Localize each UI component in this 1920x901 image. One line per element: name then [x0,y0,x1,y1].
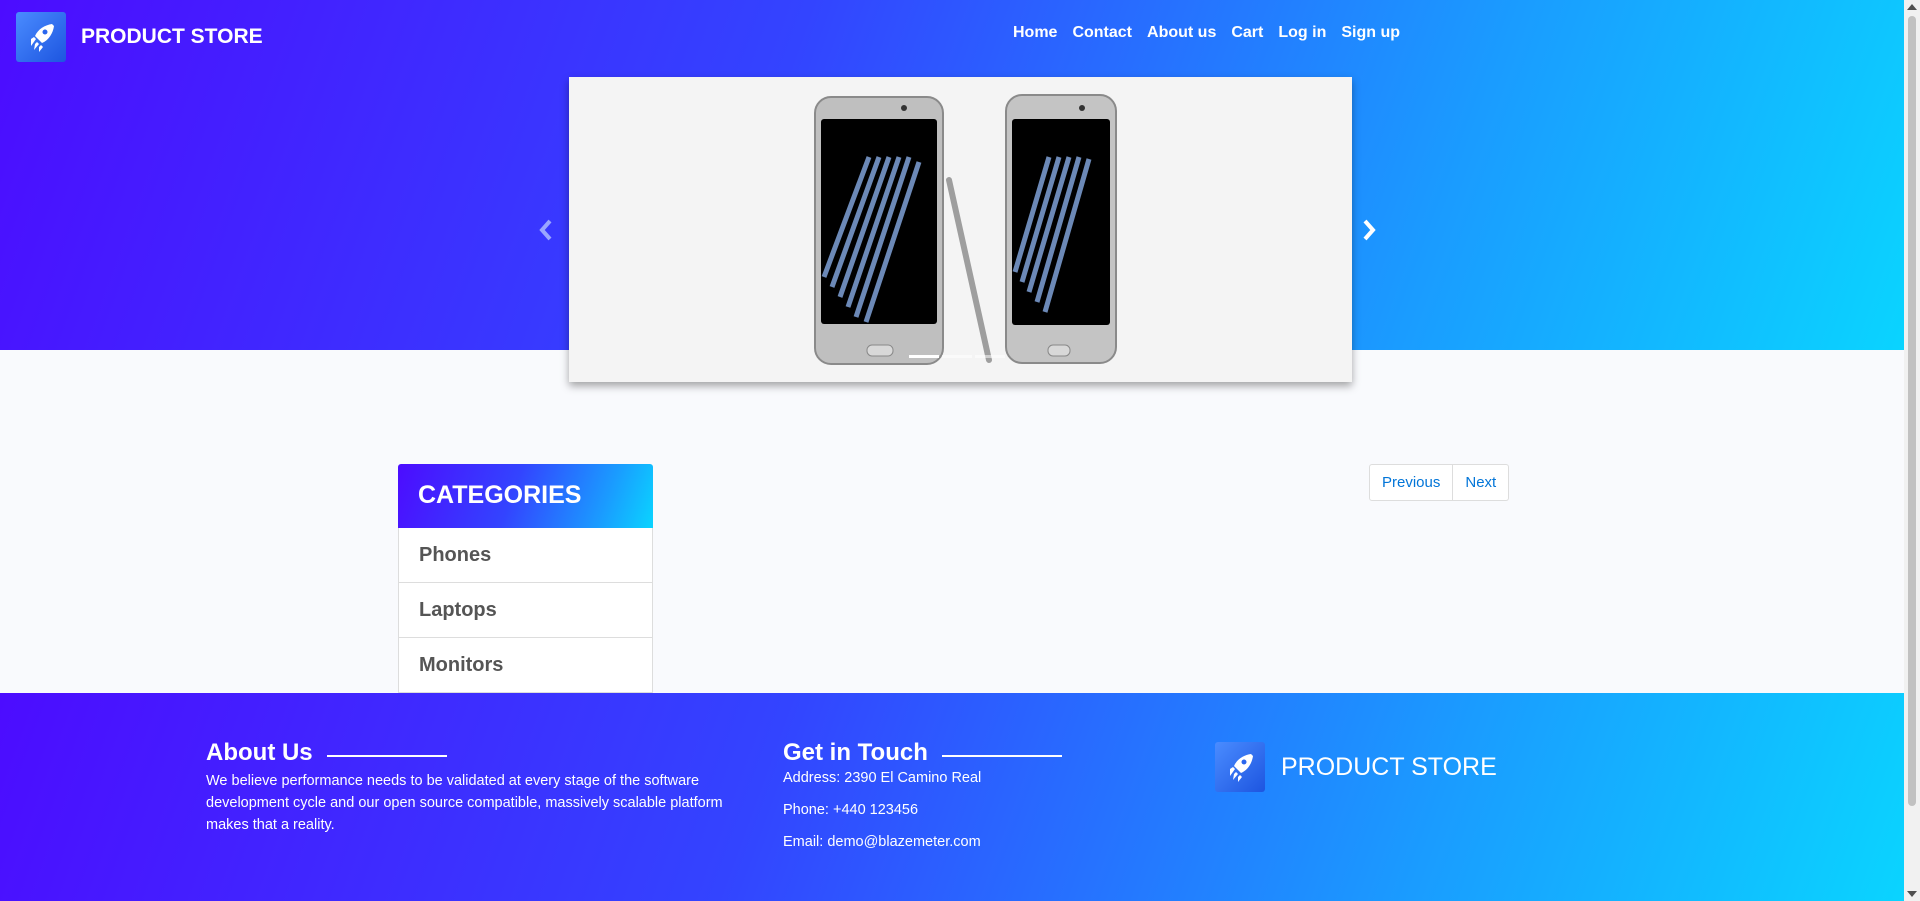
title-underline [941,755,1062,757]
categories-panel: CATEGORIES Phones Laptops Monitors [398,464,653,693]
carousel-image [569,77,1352,382]
carousel-prev-button[interactable] [534,215,558,245]
nav-log-in[interactable]: Log in [1278,24,1326,42]
brand[interactable]: PRODUCT STORE [16,12,263,62]
main-nav: Home Contact About us Cart Log in Sign u… [1013,24,1415,42]
scroll-up-icon[interactable] [1907,4,1917,10]
carousel-indicator[interactable] [975,355,1005,358]
category-laptops[interactable]: Laptops [398,583,653,638]
nav-about-us[interactable]: About us [1147,24,1216,42]
carousel-indicators [909,355,1005,358]
rocket-logo-icon [16,12,66,62]
footer-about-text: We believe performance needs to be valid… [206,773,723,833]
next-button[interactable]: Next [1453,464,1510,501]
nav-sign-up[interactable]: Sign up [1341,24,1400,42]
nav-contact[interactable]: Contact [1072,24,1132,42]
footer-about-title: About Us [206,739,313,766]
nav-home[interactable]: Home [1013,24,1057,42]
footer-brand-name: PRODUCT STORE [1281,752,1497,781]
footer-email: Email: demo@blazemeter.com [783,834,981,850]
footer-brand: PRODUCT STORE [1215,742,1497,792]
category-monitors[interactable]: Monitors [398,638,653,693]
footer: About Us We believe performance needs to… [0,693,1904,901]
scroll-thumb[interactable] [1908,16,1916,806]
carousel-indicator[interactable] [942,355,972,358]
categories-title[interactable]: CATEGORIES [398,464,653,528]
footer-contact: Get in Touch Address: 2390 El Camino Rea… [783,739,1103,850]
carousel-next-button[interactable] [1357,215,1381,245]
nav-cart[interactable]: Cart [1231,24,1263,42]
chevron-left-icon [539,219,552,241]
rocket-logo-icon [1215,742,1265,792]
footer-address: Address: 2390 El Camino Real [783,770,982,786]
footer-about: About Us We believe performance needs to… [206,739,746,836]
carousel-indicator[interactable] [909,355,939,358]
pagination: Previous Next [1369,464,1510,501]
product-carousel[interactable] [569,77,1352,382]
title-underline [326,755,447,757]
footer-contact-title: Get in Touch [783,739,928,766]
category-phones[interactable]: Phones [398,528,653,583]
previous-button[interactable]: Previous [1369,464,1454,501]
scroll-down-icon[interactable] [1907,891,1917,897]
footer-phone: Phone: +440 123456 [783,802,919,818]
page-scrollbar[interactable] [1904,0,1920,901]
chevron-right-icon [1363,219,1376,241]
brand-name[interactable]: PRODUCT STORE [81,25,263,49]
